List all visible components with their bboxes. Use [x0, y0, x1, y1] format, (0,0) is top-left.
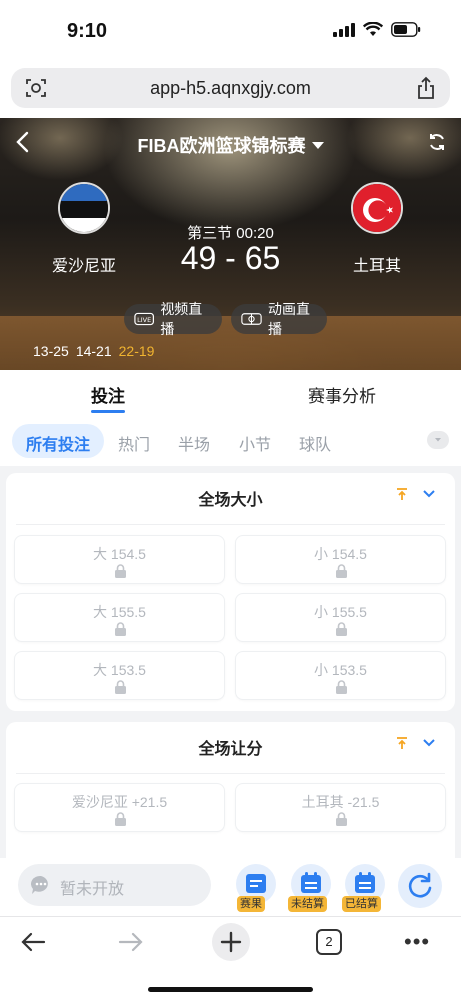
quarter-score-current: 22-19 [118, 343, 155, 359]
odd-option[interactable]: 大 155.5 [14, 593, 225, 642]
url-text[interactable]: app-h5.aqnxgjy.com [11, 78, 450, 99]
battery-icon [391, 22, 421, 37]
odd-option[interactable]: 大 154.5 [14, 535, 225, 584]
bet-category-tabs: 所有投注 热门 半场 小节 球队 [0, 416, 461, 466]
odd-label: 小 155.5 [314, 604, 367, 620]
quarter-score: 14-21 [75, 343, 112, 359]
results-button[interactable]: 赛果 [234, 864, 278, 912]
svg-text:LIVE: LIVE [137, 316, 151, 324]
odd-option[interactable]: 爱沙尼亚 +21.5 [14, 783, 225, 832]
tab-betting-label: 投注 [91, 387, 125, 406]
action-bar: 暂未开放 赛果 未结算 已结算 [0, 858, 461, 916]
lock-icon [115, 564, 126, 578]
odd-option[interactable]: 小 153.5 [235, 651, 446, 700]
status-icons [333, 22, 421, 37]
chevron-down-icon[interactable] [423, 489, 435, 499]
settled-button[interactable]: 已结算 [342, 864, 387, 912]
league-title: FIBA欧洲篮球锦标赛 [137, 136, 306, 156]
odd-label: 大 154.5 [93, 546, 146, 562]
browser-address-area: app-h5.aqnxgjy.com [0, 62, 461, 118]
chat-input[interactable]: 暂未开放 [18, 864, 211, 906]
lock-icon [115, 812, 126, 826]
back-arrow-icon[interactable] [20, 931, 46, 953]
lock-icon [336, 812, 347, 826]
market-title: 全场大小 [198, 492, 263, 509]
live-video-button[interactable]: LIVE 视频直播 [124, 301, 222, 337]
odd-label: 大 153.5 [93, 662, 146, 678]
tab-betting[interactable]: 投注 [91, 382, 125, 413]
home-indicator [148, 987, 313, 992]
subtab-all[interactable]: 所有投注 [12, 424, 105, 458]
new-tab-button[interactable] [212, 923, 250, 961]
odd-label: 爱沙尼亚 +21.5 [71, 794, 168, 810]
plus-icon [220, 931, 242, 953]
live-video-label: 视频直播 [160, 301, 203, 337]
quarter-score: 13-25 [33, 343, 69, 359]
chat-placeholder: 暂未开放 [60, 881, 125, 898]
status-time: 9:10 [67, 20, 108, 42]
match-header: FIBA欧洲篮球锦标赛 爱沙尼亚 土耳其 第三节 00:20 49 - 65 L… [0, 118, 461, 370]
lock-icon [115, 622, 126, 636]
league-selector[interactable]: FIBA欧洲篮球锦标赛 [0, 132, 461, 158]
odd-label: 小 153.5 [314, 662, 367, 678]
share-icon[interactable] [416, 76, 436, 100]
unsettled-label: 未结算 [288, 896, 327, 912]
live-animation-label: 动画直播 [268, 301, 310, 337]
signal-icon [333, 22, 355, 37]
wifi-icon [363, 22, 383, 36]
status-bar: 9:10 [0, 0, 461, 62]
odd-option[interactable]: 小 155.5 [235, 593, 446, 642]
main-tabs: 投注 赛事分析 [0, 370, 461, 416]
pin-top-icon[interactable] [395, 487, 409, 501]
address-bar[interactable]: app-h5.aqnxgjy.com [11, 68, 450, 108]
results-icon [246, 874, 266, 893]
odd-label: 小 154.5 [314, 546, 367, 562]
active-tab-indicator [91, 410, 125, 413]
dropdown-caret-icon [311, 142, 324, 149]
calendar-icon [301, 872, 321, 893]
settled-label: 已结算 [342, 896, 381, 912]
subtab-hot[interactable]: 热门 [118, 431, 150, 455]
lock-icon [336, 622, 347, 636]
refresh-button[interactable] [398, 864, 442, 908]
chevron-down-icon [435, 438, 441, 442]
odd-option[interactable]: 小 154.5 [235, 535, 446, 584]
chevron-down-icon[interactable] [423, 738, 435, 748]
odd-option[interactable]: 土耳其 -21.5 [235, 783, 446, 832]
odd-label: 大 155.5 [93, 604, 146, 620]
calendar-icon [355, 872, 375, 893]
tabs-button[interactable]: 2 [316, 929, 342, 955]
live-animation-button[interactable]: 动画直播 [231, 301, 327, 337]
more-icon[interactable]: ••• [404, 929, 430, 955]
lock-icon [336, 564, 347, 578]
animation-icon [241, 313, 262, 325]
results-label: 赛果 [237, 896, 265, 912]
subtab-team[interactable]: 球队 [299, 431, 331, 455]
lock-icon [115, 680, 126, 694]
unsettled-button[interactable]: 未结算 [288, 864, 333, 912]
tab-analysis[interactable]: 赛事分析 [308, 382, 376, 407]
lock-icon [336, 680, 347, 694]
divider [16, 524, 445, 525]
browser-toolbar: 2 ••• [0, 916, 461, 1000]
odd-label: 土耳其 -21.5 [301, 794, 380, 810]
subtab-quarter[interactable]: 小节 [239, 431, 271, 455]
live-icon: LIVE [134, 312, 154, 326]
refresh-icon [408, 872, 432, 898]
odd-option[interactable]: 大 153.5 [14, 651, 225, 700]
pin-top-icon[interactable] [395, 736, 409, 750]
market-card-total: 全场大小 大 154.5 小 154.5 大 155.5 小 155.5 大 1… [6, 473, 455, 711]
forward-arrow-icon[interactable] [118, 931, 144, 953]
subtab-half[interactable]: 半场 [178, 431, 210, 455]
sync-icon[interactable] [427, 132, 447, 152]
more-categories-button[interactable] [427, 431, 449, 449]
chat-bubble-icon [30, 875, 48, 894]
quarter-scores: 13-25 14-21 22-19 [33, 343, 154, 359]
market-title: 全场让分 [198, 741, 263, 758]
score: 49 - 65 [180, 240, 281, 276]
divider [16, 773, 445, 774]
